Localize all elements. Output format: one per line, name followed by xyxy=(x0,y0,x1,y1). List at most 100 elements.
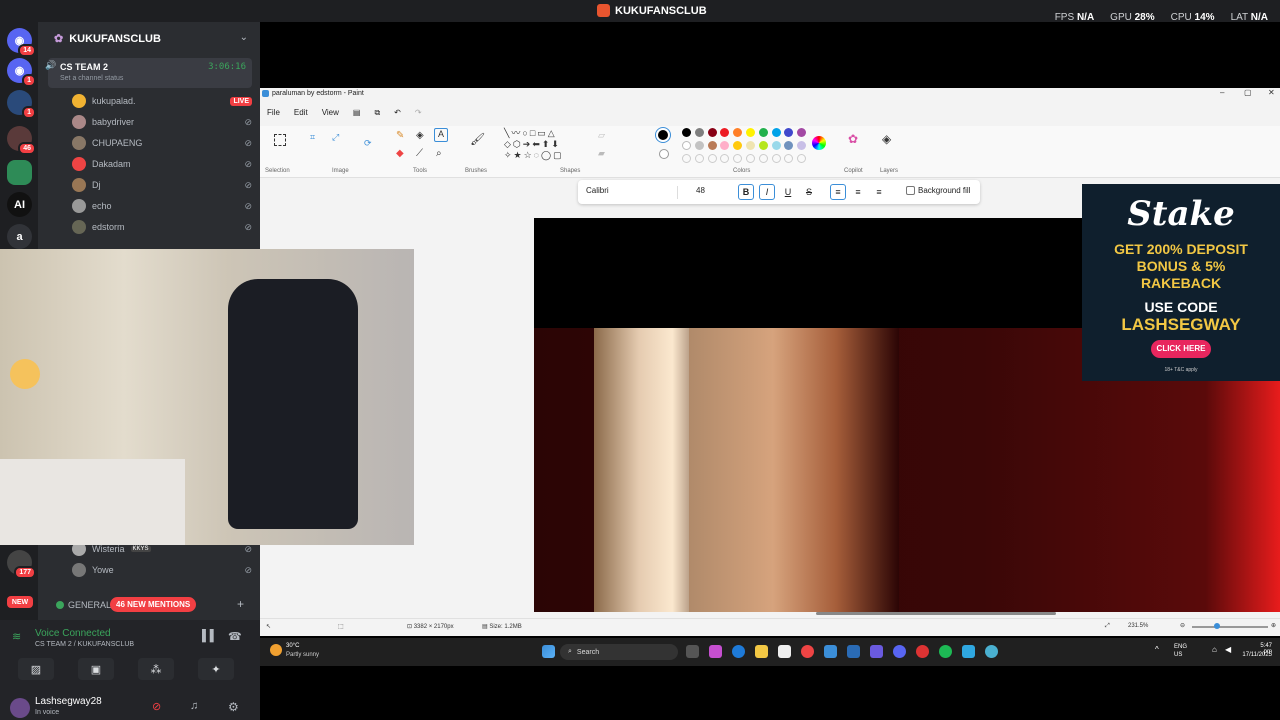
color-swatch[interactable] xyxy=(707,141,717,150)
resize-icon[interactable]: ⤢ xyxy=(332,132,339,143)
chevron-up-icon[interactable]: ^ xyxy=(1155,645,1159,654)
new-mentions-badge[interactable]: 46 NEW MENTIONS xyxy=(110,597,197,612)
voice-channel-path[interactable]: CS TEAM 2 / KUKUFANSCLUB xyxy=(35,641,134,648)
color-swatch[interactable] xyxy=(771,141,781,150)
font-size-select[interactable]: 48 xyxy=(696,186,705,195)
custom-color-slot[interactable] xyxy=(707,154,717,163)
align-left-button[interactable]: ≡ xyxy=(830,184,846,200)
color-swatch[interactable] xyxy=(771,128,781,137)
member-item[interactable]: babydriver ⊘ xyxy=(72,113,252,131)
fill-icon[interactable]: ◈ xyxy=(416,130,424,141)
app-icon[interactable] xyxy=(916,645,929,658)
color-swatch[interactable] xyxy=(746,128,755,137)
channel-status[interactable]: Set a channel status xyxy=(60,75,123,82)
color-swatch[interactable] xyxy=(694,128,704,137)
color-swatch[interactable] xyxy=(797,128,807,137)
zoom-out-icon[interactable]: ⊖ xyxy=(1180,622,1185,629)
background-fill-checkbox[interactable]: Background fill xyxy=(906,186,970,195)
taskbar-search[interactable]: ⌕ Search xyxy=(560,644,678,660)
minimize-icon[interactable]: – xyxy=(1220,88,1224,97)
camera-off-button[interactable]: ▨ xyxy=(18,658,54,680)
color-swatch[interactable] xyxy=(694,141,704,150)
align-center-button[interactable]: ≡ xyxy=(850,184,866,200)
color-swatch[interactable] xyxy=(784,141,794,150)
redo-icon[interactable]: ↷ xyxy=(415,108,422,118)
undo-icon[interactable]: ↶ xyxy=(394,108,401,118)
custom-color-slot[interactable] xyxy=(720,154,730,163)
chevron-down-icon[interactable]: ⌄ xyxy=(240,32,248,43)
color-swatch[interactable] xyxy=(797,141,807,150)
effects-button[interactable]: ✦ xyxy=(198,658,234,680)
menu-file[interactable]: File xyxy=(267,108,280,118)
color-swatch[interactable] xyxy=(707,128,717,137)
color-picker-icon[interactable]: ⟋ xyxy=(416,148,423,159)
strikethrough-button[interactable]: S xyxy=(801,184,817,200)
outline-icon[interactable]: ▱ xyxy=(598,130,605,141)
weather-icon[interactable] xyxy=(270,644,282,656)
spotify-icon[interactable] xyxy=(939,645,952,658)
font-family-select[interactable]: Calibri xyxy=(586,186,678,199)
custom-color-slot[interactable] xyxy=(682,154,691,163)
member-item[interactable]: edstorm ⊘ xyxy=(72,218,252,236)
member-item[interactable]: Dj ⊘ xyxy=(72,176,252,194)
layers-icon[interactable]: ◈ xyxy=(882,132,891,146)
paint-icon[interactable] xyxy=(985,645,998,658)
discord-home-icon[interactable]: ◉ 14 xyxy=(7,28,36,57)
color-swatch[interactable] xyxy=(746,141,755,150)
custom-color-slot[interactable] xyxy=(771,154,781,163)
app-icon[interactable] xyxy=(962,645,975,658)
eraser-icon[interactable]: ◆ xyxy=(396,148,404,159)
color-swatch[interactable] xyxy=(682,128,691,137)
align-right-button[interactable]: ≡ xyxy=(871,184,887,200)
server-header[interactable]: ✿ KUKUFANSCLUB xyxy=(54,32,161,46)
maximize-icon[interactable]: ▢ xyxy=(1244,88,1252,97)
copilot-icon[interactable]: ✿ xyxy=(848,132,858,146)
text-tool-icon[interactable]: A xyxy=(434,128,448,142)
zoom-in-icon[interactable]: ⊕ xyxy=(1271,622,1276,629)
close-icon[interactable]: ✕ xyxy=(1268,88,1275,97)
member-item[interactable]: CHUPAENG ⊘ xyxy=(72,134,252,152)
zoom-level[interactable]: 231.5% xyxy=(1128,623,1148,629)
brush-icon[interactable]: 🖌 xyxy=(470,132,485,146)
primary-color-swatch[interactable] xyxy=(656,128,670,142)
zoom-slider-thumb[interactable] xyxy=(1214,623,1220,629)
letter-server-icon[interactable]: a xyxy=(7,224,32,249)
shapes-gallery[interactable]: ╲〰○□▭△ ◇⬡➔⬅⬆⬇ ✧★☆◌◯▢ xyxy=(504,128,584,161)
server-avatar-icon[interactable]: 1 xyxy=(7,90,36,119)
zoom-slider[interactable] xyxy=(1192,626,1268,628)
shape-fill-icon[interactable]: ▰ xyxy=(598,148,605,159)
select-icon[interactable] xyxy=(274,134,286,146)
color-swatch[interactable] xyxy=(758,141,768,150)
app-icon[interactable] xyxy=(870,645,883,658)
task-view-icon[interactable] xyxy=(686,645,699,658)
weather-temperature[interactable]: 30°C xyxy=(286,643,299,649)
mic-muted-icon[interactable]: ⊘ xyxy=(152,700,161,713)
color-swatch[interactable] xyxy=(682,141,691,150)
member-item[interactable]: echo ⊘ xyxy=(72,197,252,215)
weather-description[interactable]: Partly sunny xyxy=(286,652,319,658)
custom-color-slot[interactable] xyxy=(797,154,807,163)
crop-icon[interactable]: ⌗ xyxy=(310,132,315,143)
fit-to-window-icon[interactable]: ⤢ xyxy=(1105,623,1110,630)
color-swatch[interactable] xyxy=(784,128,794,137)
language-indicator[interactable]: ENG US xyxy=(1174,643,1187,659)
app-icon[interactable] xyxy=(847,645,860,658)
app-icon[interactable] xyxy=(709,645,722,658)
save-icon[interactable]: ▤ xyxy=(353,108,361,118)
custom-color-slot[interactable] xyxy=(784,154,794,163)
custom-color-slot[interactable] xyxy=(758,154,768,163)
color-swatch[interactable] xyxy=(720,128,730,137)
headphones-icon[interactable]: ♫ xyxy=(190,700,198,712)
app-icon[interactable] xyxy=(824,645,837,658)
edit-colors-icon[interactable] xyxy=(812,136,826,150)
disconnect-icon[interactable]: ☎ xyxy=(228,630,242,643)
volume-icon[interactable]: ◀ xyxy=(1225,645,1231,654)
gear-icon[interactable]: ⚙ xyxy=(228,700,239,714)
rotate-icon[interactable]: ⟳ xyxy=(364,138,372,149)
bold-button[interactable]: B xyxy=(738,184,754,200)
color-swatch[interactable] xyxy=(720,141,730,150)
soundboard-icon[interactable]: ▌▌ xyxy=(202,630,218,642)
screen-share-button[interactable]: ▣ xyxy=(78,658,114,680)
network-icon[interactable]: ⌂ xyxy=(1212,645,1217,654)
menu-view[interactable]: View xyxy=(322,108,339,118)
